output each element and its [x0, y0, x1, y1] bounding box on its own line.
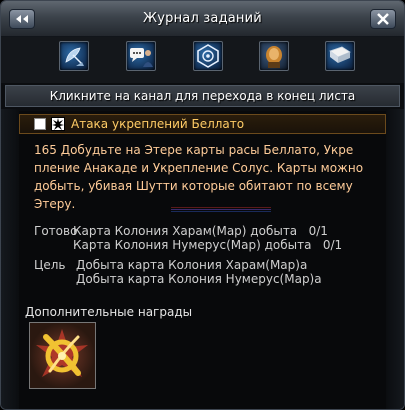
chat-button[interactable]: [126, 41, 156, 71]
character-button[interactable]: [259, 41, 289, 71]
window-title: Журнал заданий: [143, 11, 262, 26]
quest-header[interactable]: Атака укреплений Беллато: [19, 114, 386, 134]
radar-dish-icon: [65, 47, 84, 66]
faction-emblem-icon: [197, 44, 219, 68]
right-frame: [386, 109, 404, 409]
title-bar[interactable]: Журнал заданий: [1, 1, 404, 37]
portrait-icon: [266, 46, 282, 68]
left-frame: [1, 109, 19, 409]
rewards-title: Дополнительные награды: [25, 305, 193, 319]
book-icon: [329, 46, 351, 63]
progress-line: Карта Колония Нумерус(Мар) добыта 0/1: [73, 238, 343, 252]
close-button[interactable]: [370, 9, 396, 29]
channel-hint-bar[interactable]: Кликните на канал для перехода в конец л…: [5, 85, 400, 107]
description-line: пление Анакаде и Укрепление Солус. Карты…: [34, 161, 364, 175]
faction-button[interactable]: [193, 41, 223, 71]
quest-type-badge: [51, 117, 65, 131]
progress-line: Карта Колония Харам(Мар) добыта 0/1: [73, 224, 328, 238]
reward-item-slot[interactable]: [29, 322, 96, 389]
section-divider: [171, 207, 271, 213]
quest-track-checkbox[interactable]: [34, 118, 46, 130]
goal-line: Добыта карта Колония Нумерус(Мар)а: [76, 272, 322, 286]
chat-bubble-icon: [130, 48, 153, 67]
goal-line: Добыта карта Колония Харам(Мар)а: [76, 258, 308, 272]
progress-label: Готово: [34, 224, 78, 238]
starburst-icon: [52, 118, 64, 130]
golden-emblem-icon: [30, 323, 95, 388]
radar-dish-button[interactable]: [59, 41, 89, 71]
goal-label: Цель: [34, 258, 66, 272]
book-button[interactable]: [325, 41, 355, 71]
description-line: 165 Добудьте на Этере карты расы Беллато…: [34, 143, 354, 157]
close-icon: [377, 13, 389, 25]
quest-description: 165 Добудьте на Этере карты расы Беллато…: [34, 141, 384, 213]
quest-title: Атака укреплений Беллато: [71, 117, 245, 131]
quest-journal-window: Журнал заданий Кликните на канал для пер…: [0, 0, 405, 410]
icon-toolbar: [1, 37, 404, 83]
description-line: добыть, убивая Шутти которые обитают по …: [34, 179, 353, 193]
